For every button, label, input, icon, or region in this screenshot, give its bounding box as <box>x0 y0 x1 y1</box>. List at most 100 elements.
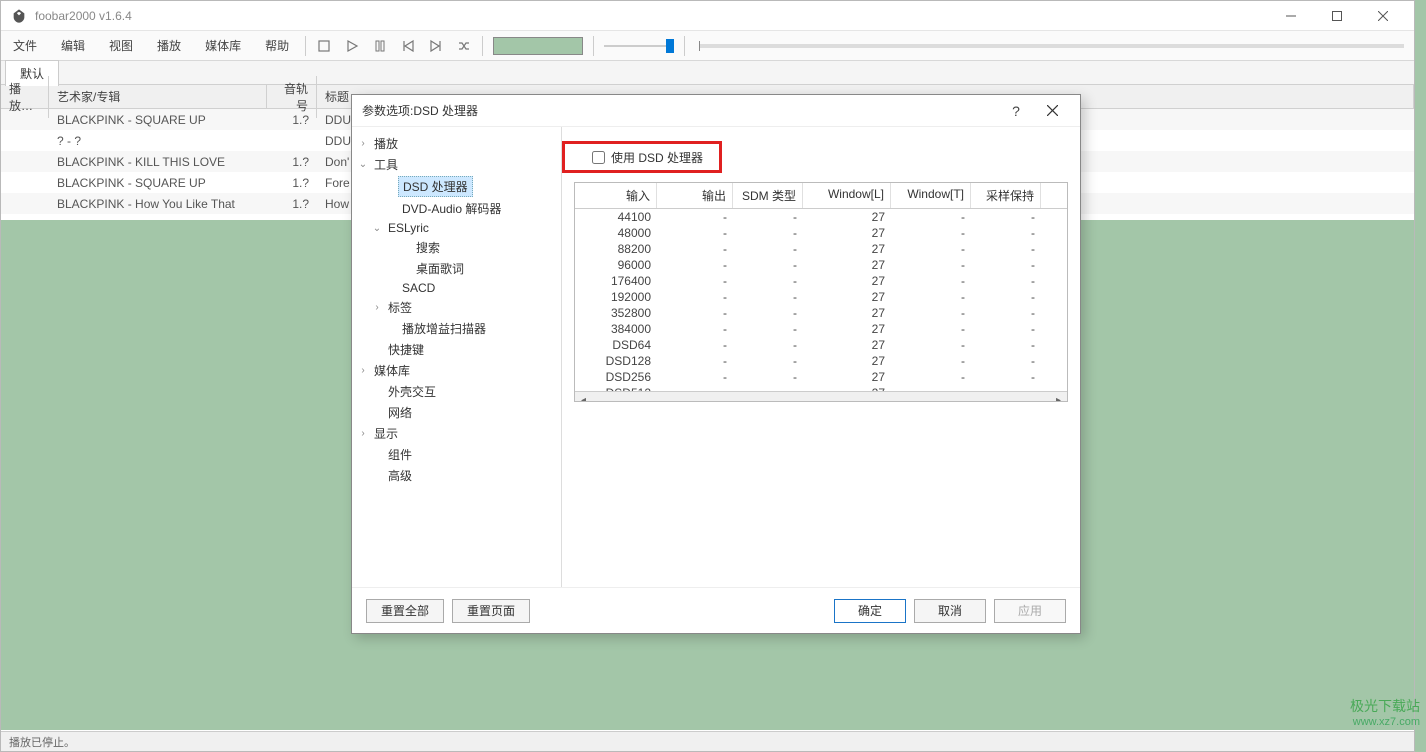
table-row[interactable]: 88200 - - 27 - - <box>575 241 1067 257</box>
cell-wt: - <box>891 225 971 241</box>
random-icon[interactable] <box>451 33 477 59</box>
cell-track: 1.? <box>267 153 317 171</box>
table-row[interactable]: 96000 - - 27 - - <box>575 257 1067 273</box>
cell-sh: - <box>971 225 1041 241</box>
cell-artist: BLACKPINK - SQUARE UP <box>49 174 267 192</box>
cell-wt: - <box>891 353 971 369</box>
cell-sh: - <box>971 257 1041 273</box>
cell-sh: - <box>971 369 1041 385</box>
cell-wt: - <box>891 209 971 225</box>
cell-track: 1.? <box>267 174 317 192</box>
dialog-titlebar: 参数选项:DSD 处理器 ? <box>352 95 1080 127</box>
help-button[interactable]: ? <box>998 97 1034 125</box>
preferences-tree[interactable]: ›播放 ⌄工具 DSD 处理器 DVD-Audio 解码器 ⌄ESLyric 搜… <box>352 127 562 587</box>
minimize-button[interactable] <box>1268 1 1314 31</box>
menu-view[interactable]: 视图 <box>97 31 145 60</box>
table-row[interactable]: 384000 - - 27 - - <box>575 321 1067 337</box>
cell-output: - <box>657 241 733 257</box>
table-row[interactable]: 48000 - - 27 - - <box>575 225 1067 241</box>
tree-eslyric[interactable]: ⌄ESLyric <box>356 219 557 237</box>
tree-dsd-processor[interactable]: DSD 处理器 <box>356 175 557 198</box>
cancel-button[interactable]: 取消 <box>914 599 986 623</box>
cell-track: 1.? <box>267 111 317 129</box>
col-playback[interactable]: 播放… <box>1 76 49 118</box>
table-row[interactable]: DSD128 - - 27 - - <box>575 353 1067 369</box>
table-row[interactable]: 44100 - - 27 - - <box>575 209 1067 225</box>
cell-wl: 27 <box>803 305 891 321</box>
cell-wt: - <box>891 305 971 321</box>
cell-output: - <box>657 257 733 273</box>
play-icon[interactable] <box>339 33 365 59</box>
close-button[interactable] <box>1360 1 1406 31</box>
chevron-right-icon: › <box>356 428 370 439</box>
tree-shell[interactable]: 外壳交互 <box>356 381 557 402</box>
table-row[interactable]: DSD64 - - 27 - - <box>575 337 1067 353</box>
menu-edit[interactable]: 编辑 <box>49 31 97 60</box>
col-artist[interactable]: 艺术家/专辑 <box>49 84 267 109</box>
cell-sh: - <box>971 337 1041 353</box>
cell-sh: - <box>971 273 1041 289</box>
use-dsd-checkbox[interactable] <box>592 151 605 164</box>
cell-input: DSD64 <box>575 337 657 353</box>
ok-button[interactable]: 确定 <box>834 599 906 623</box>
tree-tools[interactable]: ⌄工具 <box>356 154 557 175</box>
tree-hotkey[interactable]: 快捷键 <box>356 339 557 360</box>
th-output[interactable]: 输出 <box>657 183 733 208</box>
tree-replaygain-scan[interactable]: 播放增益扫描器 <box>356 318 557 339</box>
cell-sdm: - <box>733 241 803 257</box>
toolbar-separator <box>684 36 685 56</box>
cell-wl: 27 <box>803 273 891 289</box>
cell-track <box>267 139 317 143</box>
maximize-button[interactable] <box>1314 1 1360 31</box>
cell-sdm: - <box>733 273 803 289</box>
menu-help[interactable]: 帮助 <box>253 31 301 60</box>
seekbar-small[interactable] <box>493 37 583 55</box>
toolbar-separator <box>593 36 594 56</box>
tree-playback[interactable]: ›播放 <box>356 133 557 154</box>
tree-tag[interactable]: ›标签 <box>356 297 557 318</box>
scroll-left-icon[interactable]: ◂ <box>575 392 592 403</box>
tree-dvd-audio[interactable]: DVD-Audio 解码器 <box>356 198 557 219</box>
tree-library[interactable]: ›媒体库 <box>356 360 557 381</box>
th-input[interactable]: 输入 <box>575 183 657 208</box>
prev-icon[interactable] <box>395 33 421 59</box>
menu-file[interactable]: 文件 <box>1 31 49 60</box>
h-scrollbar[interactable]: ◂ ▸ <box>575 391 1067 402</box>
stop-icon[interactable] <box>311 33 337 59</box>
th-sdm[interactable]: SDM 类型 <box>733 183 803 208</box>
th-window-l[interactable]: Window[L] <box>803 183 891 208</box>
apply-button[interactable]: 应用 <box>994 599 1066 623</box>
reset-page-button[interactable]: 重置页面 <box>452 599 530 623</box>
table-row[interactable]: 192000 - - 27 - - <box>575 289 1067 305</box>
volume-slider[interactable] <box>604 37 674 55</box>
reset-all-button[interactable]: 重置全部 <box>366 599 444 623</box>
next-icon[interactable] <box>423 33 449 59</box>
cell-track: 1.? <box>267 195 317 213</box>
tree-advanced[interactable]: 高级 <box>356 465 557 486</box>
table-row[interactable]: DSD256 - - 27 - - <box>575 369 1067 385</box>
cell-wl: 27 <box>803 209 891 225</box>
pause-icon[interactable] <box>367 33 393 59</box>
menu-playback[interactable]: 播放 <box>145 31 193 60</box>
cell-output: - <box>657 305 733 321</box>
tree-network[interactable]: 网络 <box>356 402 557 423</box>
tree-desktop-lyric[interactable]: 桌面歌词 <box>356 258 557 279</box>
table-row[interactable]: 176400 - - 27 - - <box>575 273 1067 289</box>
dialog-content: 使用 DSD 处理器 输入 输出 SDM 类型 Window[L] Window… <box>562 127 1080 587</box>
cell-wl: 27 <box>803 289 891 305</box>
table-body[interactable]: 44100 - - 27 - -48000 - - 27 <box>575 209 1067 391</box>
tree-search[interactable]: 搜索 <box>356 237 557 258</box>
menu-library[interactable]: 媒体库 <box>193 31 253 60</box>
scroll-right-icon[interactable]: ▸ <box>1050 392 1067 403</box>
th-window-t[interactable]: Window[T] <box>891 183 971 208</box>
cell-sh: - <box>971 353 1041 369</box>
cell-sh: - <box>971 241 1041 257</box>
tree-component[interactable]: 组件 <box>356 444 557 465</box>
tree-display[interactable]: ›显示 <box>356 423 557 444</box>
seekbar-large[interactable] <box>699 44 1404 48</box>
dialog-close-button[interactable] <box>1034 97 1070 125</box>
tree-sacd[interactable]: SACD <box>356 279 557 297</box>
th-sample-hold[interactable]: 采样保持 <box>971 183 1041 208</box>
dialog-title: 参数选项:DSD 处理器 <box>362 102 998 119</box>
table-row[interactable]: 352800 - - 27 - - <box>575 305 1067 321</box>
